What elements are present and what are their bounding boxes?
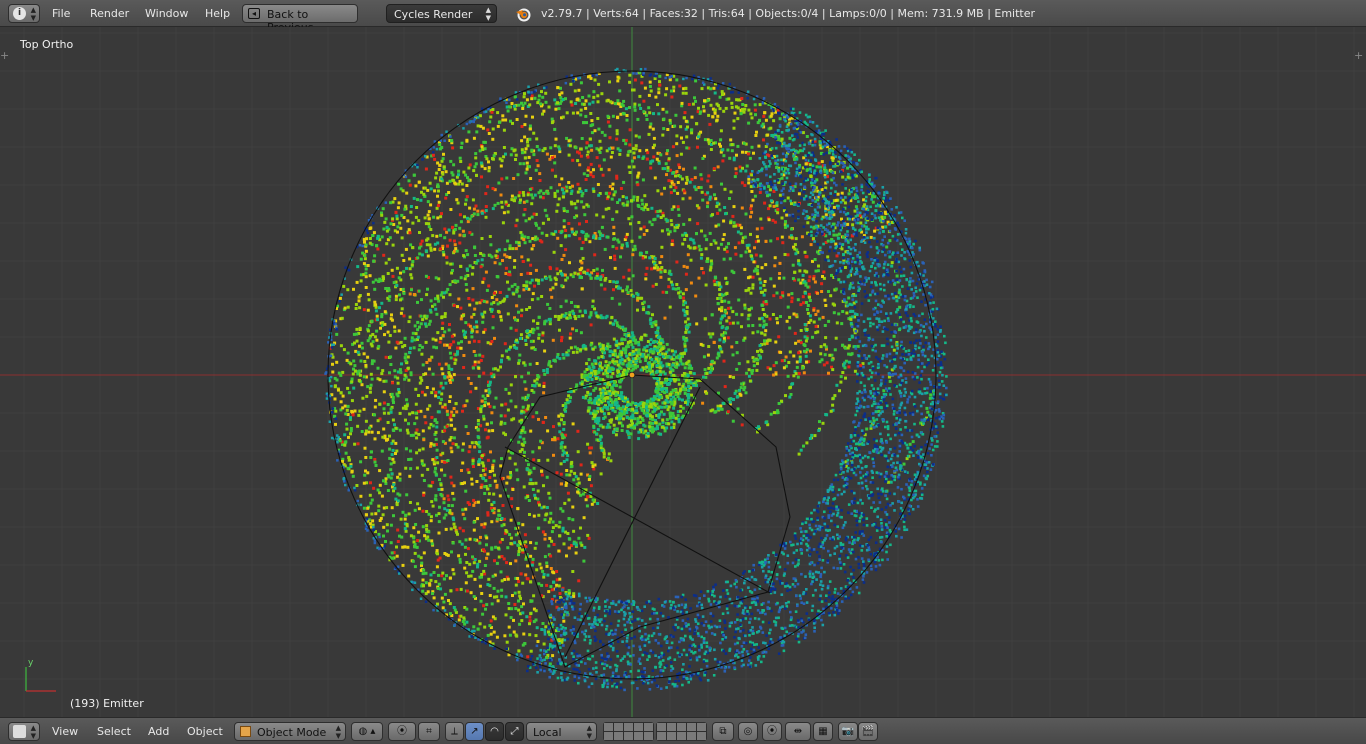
gizmo-y-label: y	[28, 658, 34, 668]
rotate-manipulator-button[interactable]: ◠	[485, 722, 504, 741]
menu-object[interactable]: Object	[187, 725, 223, 738]
properties-expand-icon[interactable]: +	[1354, 49, 1366, 63]
chevron-updown-icon: ▲ ▼	[30, 6, 36, 22]
chevron-updown-icon: ▲ ▼	[30, 724, 36, 740]
interaction-mode-label: Object Mode	[257, 726, 327, 739]
render-engine-select[interactable]: Cycles Render ▲ ▼	[386, 4, 497, 23]
active-object-label: (193) Emitter	[70, 697, 144, 710]
proportional-edit-icon[interactable]: ◎	[738, 722, 758, 741]
editor-type-button[interactable]: ▲ ▼	[8, 722, 40, 741]
scene-layers-group-1[interactable]	[603, 722, 654, 741]
scene-statistics: v2.79.7 | Verts:64 | Faces:32 | Tris:64 …	[541, 7, 1036, 20]
menu-help[interactable]: Help	[205, 7, 230, 20]
menu-add[interactable]: Add	[148, 725, 169, 738]
info-header: i ▲▼ File Render Window Help ◂ Back to P…	[0, 0, 1366, 34]
viewport-scene[interactable]: y	[0, 27, 1366, 717]
back-to-previous-button[interactable]: ◂ Back to Previous	[242, 4, 358, 34]
chevron-updown-icon: ▲ ▼	[485, 6, 491, 22]
manipulator-toggle[interactable]: ⌗	[418, 722, 440, 741]
manipulator-icon[interactable]: ⟂	[445, 722, 464, 741]
scale-manipulator-button[interactable]: ⤢	[505, 722, 524, 741]
editor-type-button[interactable]: i ▲ ▼	[8, 4, 40, 23]
chevron-updown-icon: ▲ ▼	[586, 724, 592, 740]
menu-render[interactable]: Render	[90, 7, 129, 20]
transform-orientation-label: Local	[533, 726, 562, 739]
particle-system[interactable]	[324, 67, 948, 692]
snap-toggle-icon[interactable]: ⦿	[762, 722, 782, 741]
info-icon: i	[13, 7, 26, 20]
interaction-mode-select[interactable]: Object Mode ▲ ▼	[234, 722, 346, 741]
chevron-updown-icon: ▲ ▼	[335, 724, 341, 740]
menu-window[interactable]: Window	[145, 7, 188, 20]
object-origin-point[interactable]	[628, 371, 636, 379]
cube-editor-icon	[13, 725, 26, 738]
viewport-header: ▲ ▼ View Select Add Object Object Mode ▲ ▼…	[0, 717, 1366, 744]
translate-manipulator-button[interactable]: ↗	[465, 722, 484, 741]
toolshelf-expand-icon[interactable]: +	[0, 49, 12, 63]
object-mode-icon	[240, 726, 251, 737]
viewport-shading-select[interactable]: ◍ ▴	[351, 722, 383, 741]
transform-orientation-select[interactable]: Local ▲ ▼	[526, 722, 597, 741]
opengl-render-animation-icon[interactable]: 🎬	[858, 722, 878, 741]
lock-camera-layers-icon[interactable]: ⧉	[712, 722, 734, 741]
menu-file[interactable]: File	[52, 7, 70, 20]
view-name-label: Top Ortho	[20, 38, 74, 51]
menu-view[interactable]: View	[52, 725, 78, 738]
snap-target-icon[interactable]: ▦	[813, 722, 833, 741]
blender-logo-icon	[516, 8, 531, 22]
scene-layers-group-2[interactable]	[656, 722, 707, 741]
axis-gizmo: y	[25, 658, 56, 692]
menu-select[interactable]: Select	[97, 725, 131, 738]
snap-element-select[interactable]: ⇹	[785, 722, 811, 741]
opengl-render-image-icon[interactable]: 📷	[838, 722, 858, 741]
render-engine-label: Cycles Render	[394, 8, 473, 21]
3d-viewport[interactable]: y Top Ortho (193) Emitter + +	[0, 27, 1366, 717]
screen-back-icon: ◂	[248, 8, 260, 19]
pivot-point-select[interactable]: ⦿	[388, 722, 416, 741]
